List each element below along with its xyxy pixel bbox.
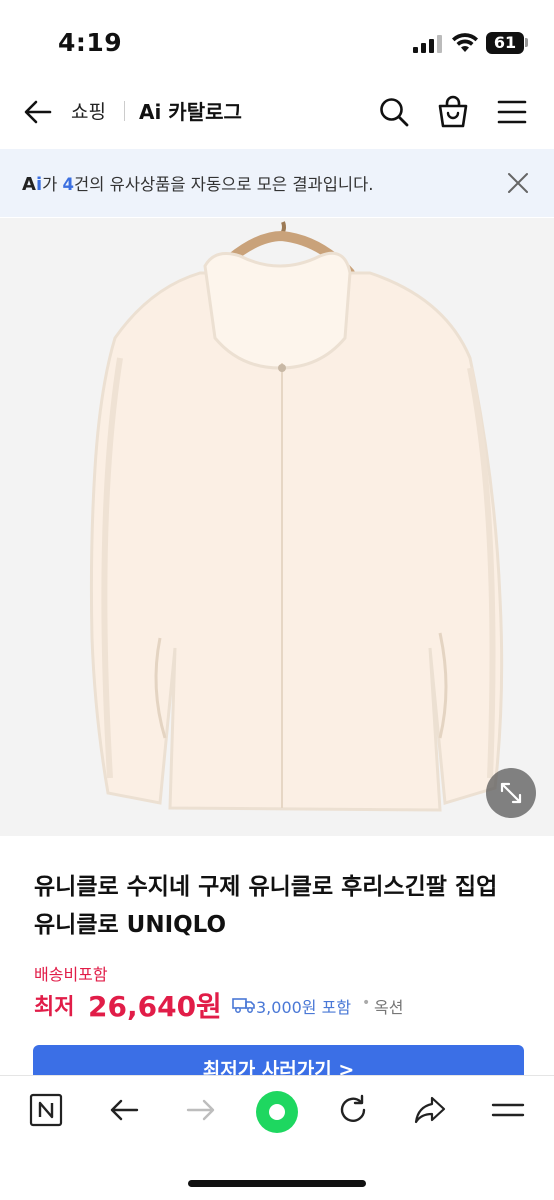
back-arrow-icon[interactable] [22,96,54,128]
share-icon[interactable] [413,1093,447,1127]
search-icon[interactable] [378,96,410,128]
shipping-fee: 3,000원 포함 [256,998,352,1017]
page-title: Ai 카탈로그 [139,100,242,124]
naver-icon[interactable] [29,1093,63,1127]
browser-forward-icon[interactable] [184,1093,218,1127]
top-nav: 쇼핑 Ai 카탈로그 [0,84,554,144]
expand-image-button[interactable] [486,768,536,818]
shopping-bag-icon[interactable] [437,95,469,129]
similar-count: 4 [62,175,75,194]
close-icon[interactable] [507,172,529,194]
refresh-icon[interactable] [336,1093,370,1127]
product-title: 유니클로 수지네 구제 유니클로 후리스긴팔 집업 유니클로 UNIQLO [34,874,498,938]
breadcrumb-divider [124,101,125,121]
ai-banner: Ai가 4건의 유사상품을 자동으로 모은 결과입니다. [0,149,554,217]
breadcrumb-shopping[interactable]: 쇼핑 [71,97,106,124]
separator-dot: • [362,995,371,1011]
product-image[interactable] [0,218,554,836]
browser-menu-icon[interactable] [491,1093,525,1127]
status-bar: 4:19 61 [0,0,554,88]
expand-icon [500,782,522,804]
home-indicator [188,1180,366,1187]
price-row: 최저 26,640원 3,000원 포함 • 옥션 [34,985,534,1025]
menu-icon[interactable] [497,98,527,126]
truck-icon [232,998,255,1013]
price-prefix: 최저 [34,995,75,1020]
wifi-icon [452,33,478,52]
shipping-included-label: 배송비포함 [34,965,108,984]
seller-name[interactable]: 옥션 [374,994,403,1018]
ai-banner-text: Ai가 4건의 유사상품을 자동으로 모은 결과입니다. [22,174,374,195]
browser-back-icon[interactable] [107,1093,141,1127]
fleece-jacket-illustration [0,218,554,836]
lowest-price: 26,640원 [88,990,222,1023]
ai-logo: Ai [22,174,43,195]
signal-icon [413,33,443,53]
battery-cap [525,38,528,47]
battery-indicator: 61 [486,32,524,54]
status-time: 4:19 [58,28,123,57]
green-dot-icon[interactable] [255,1090,299,1134]
